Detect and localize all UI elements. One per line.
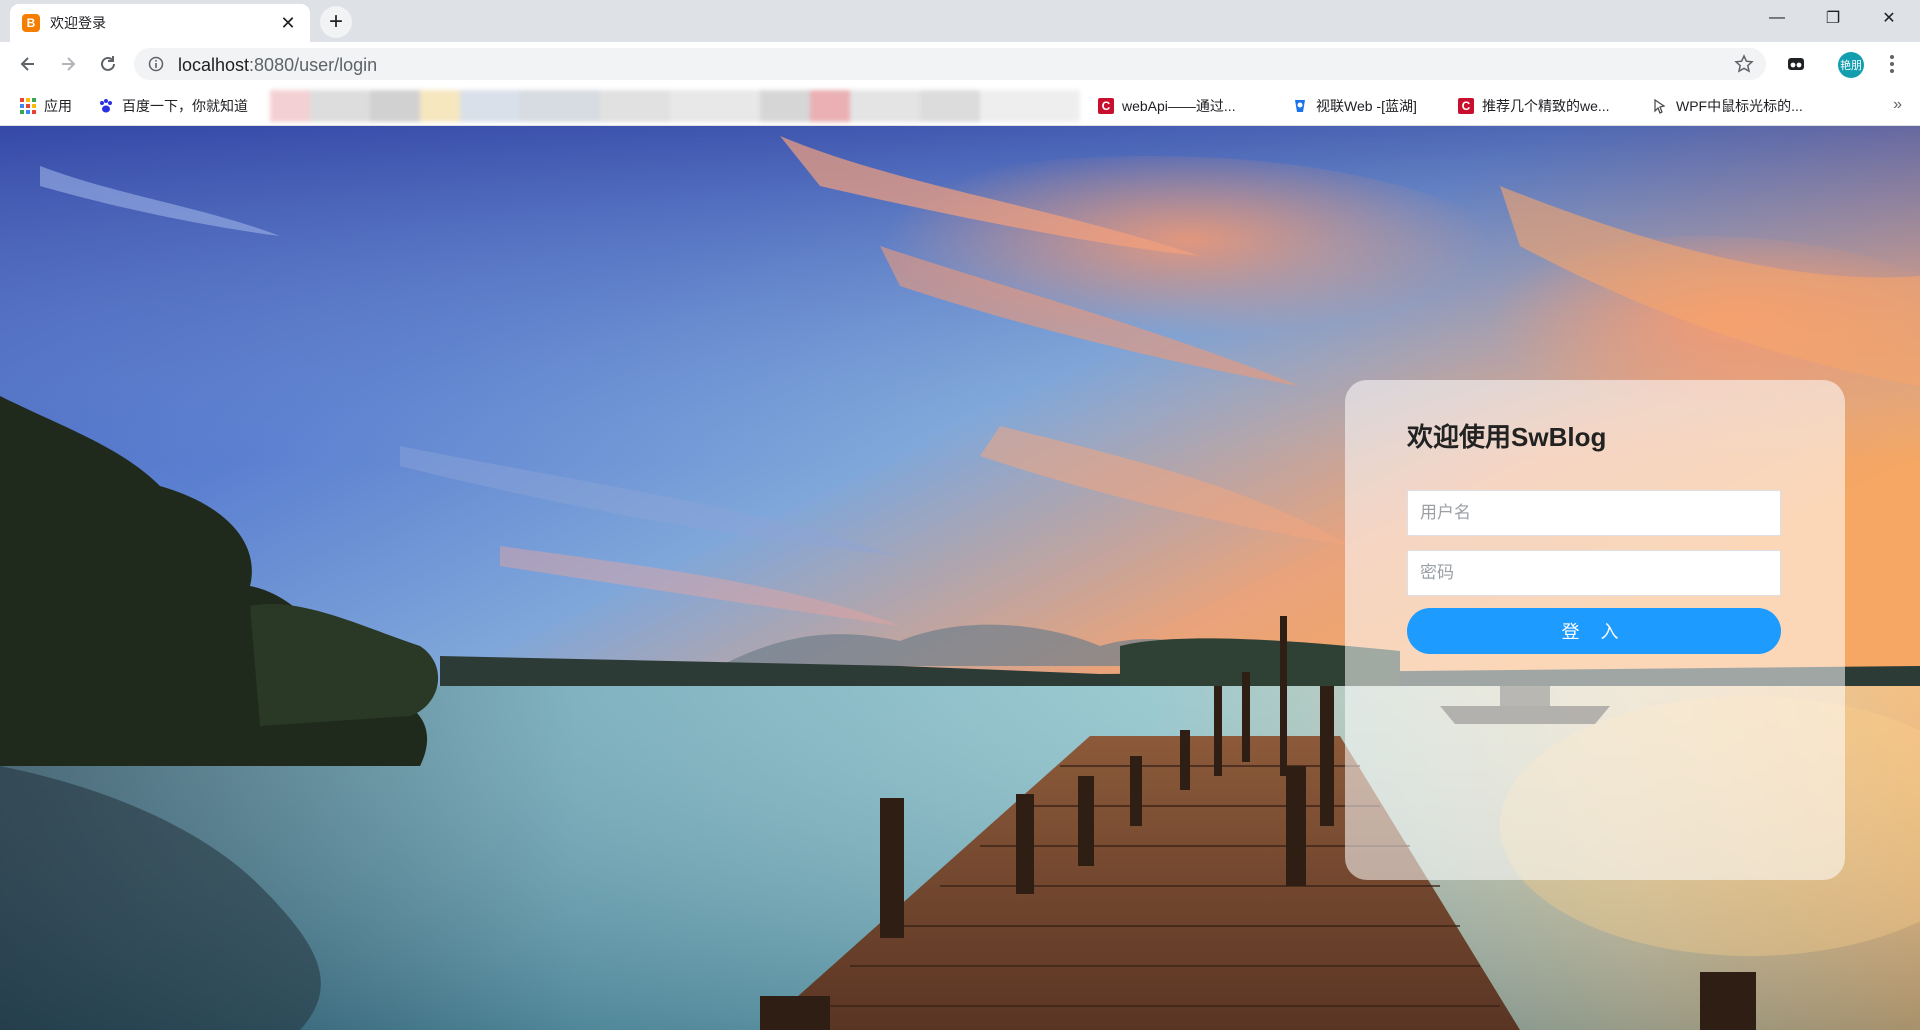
forward-button[interactable] [52, 48, 84, 80]
password-input[interactable] [1407, 550, 1781, 596]
extension-button[interactable] [1782, 50, 1810, 78]
csdn-icon: C [1098, 98, 1114, 114]
bookmark-label: 百度一下，你就知道 [122, 98, 248, 114]
username-input[interactable] [1407, 490, 1781, 536]
bookmark-wpf[interactable]: WPF中鼠标光标的... [1652, 94, 1803, 118]
bookmark-baidu[interactable]: 百度一下，你就知道 [98, 94, 248, 118]
browser-menu-button[interactable] [1880, 50, 1904, 78]
bookmarks-overflow-button[interactable]: » [1893, 96, 1902, 114]
url-text[interactable]: localhost:8080/user/login [178, 55, 377, 76]
bookmark-label: 推荐几个精致的we... [1482, 98, 1610, 114]
info-icon[interactable] [148, 56, 164, 72]
url-host: localhost [178, 55, 250, 75]
bookmark-label: WPF中鼠标光标的... [1676, 98, 1803, 114]
tab-title: 欢迎登录 [50, 15, 106, 31]
csdn-icon: C [1458, 98, 1474, 114]
blurred-bookmarks [270, 90, 1080, 122]
browser-tab-strip: B 欢迎登录 ✕ + — ❐ ✕ [0, 0, 1920, 42]
restore-button[interactable]: ❐ [1806, 0, 1860, 36]
login-title: 欢迎使用SwBlog [1407, 422, 1607, 452]
extension-icon [1788, 58, 1804, 70]
url-path: :8080/user/login [249, 55, 378, 75]
browser-tab[interactable]: B 欢迎登录 ✕ [10, 4, 310, 42]
bookmark-lanhu[interactable]: 视联Web -[蓝湖] [1292, 94, 1417, 118]
bookmarks-bar: 应用 百度一下，你就知道 C webApi——通过... 视联Web -[蓝湖]… [0, 86, 1920, 126]
apps-grid-icon [20, 98, 36, 114]
login-page: 欢迎使用SwBlog 登 入 [0, 126, 1920, 1030]
reload-button[interactable] [92, 48, 124, 80]
baidu-paw-icon [98, 98, 114, 114]
back-button[interactable] [12, 48, 44, 80]
forward-arrow-icon [62, 57, 76, 71]
cursor-icon [1652, 98, 1668, 114]
profile-avatar[interactable]: 艳朋 [1838, 52, 1864, 78]
address-bar[interactable]: localhost:8080/user/login [134, 48, 1766, 80]
bookmark-star-icon[interactable] [1734, 54, 1754, 74]
tab-close-icon[interactable]: ✕ [278, 13, 298, 34]
login-button[interactable]: 登 入 [1407, 608, 1781, 654]
browser-toolbar: localhost:8080/user/login 艳朋 [0, 42, 1920, 86]
login-card: 欢迎使用SwBlog 登 入 [1345, 380, 1845, 880]
minimize-button[interactable]: — [1750, 0, 1804, 36]
blogger-favicon-icon: B [22, 14, 40, 32]
bookmark-recommend[interactable]: C 推荐几个精致的we... [1458, 94, 1610, 118]
back-arrow-icon [20, 57, 34, 71]
bookmark-apps[interactable]: 应用 [20, 94, 72, 118]
new-tab-button[interactable]: + [320, 6, 352, 38]
reload-icon [101, 56, 115, 71]
bookmark-label: 视联Web -[蓝湖] [1316, 98, 1417, 114]
bookmark-webapi[interactable]: C webApi——通过... [1098, 94, 1236, 118]
window-close-button[interactable]: ✕ [1862, 0, 1916, 36]
bookmark-label: webApi——通过... [1122, 98, 1236, 114]
lanhu-icon [1292, 98, 1308, 114]
bookmark-label: 应用 [44, 98, 72, 114]
